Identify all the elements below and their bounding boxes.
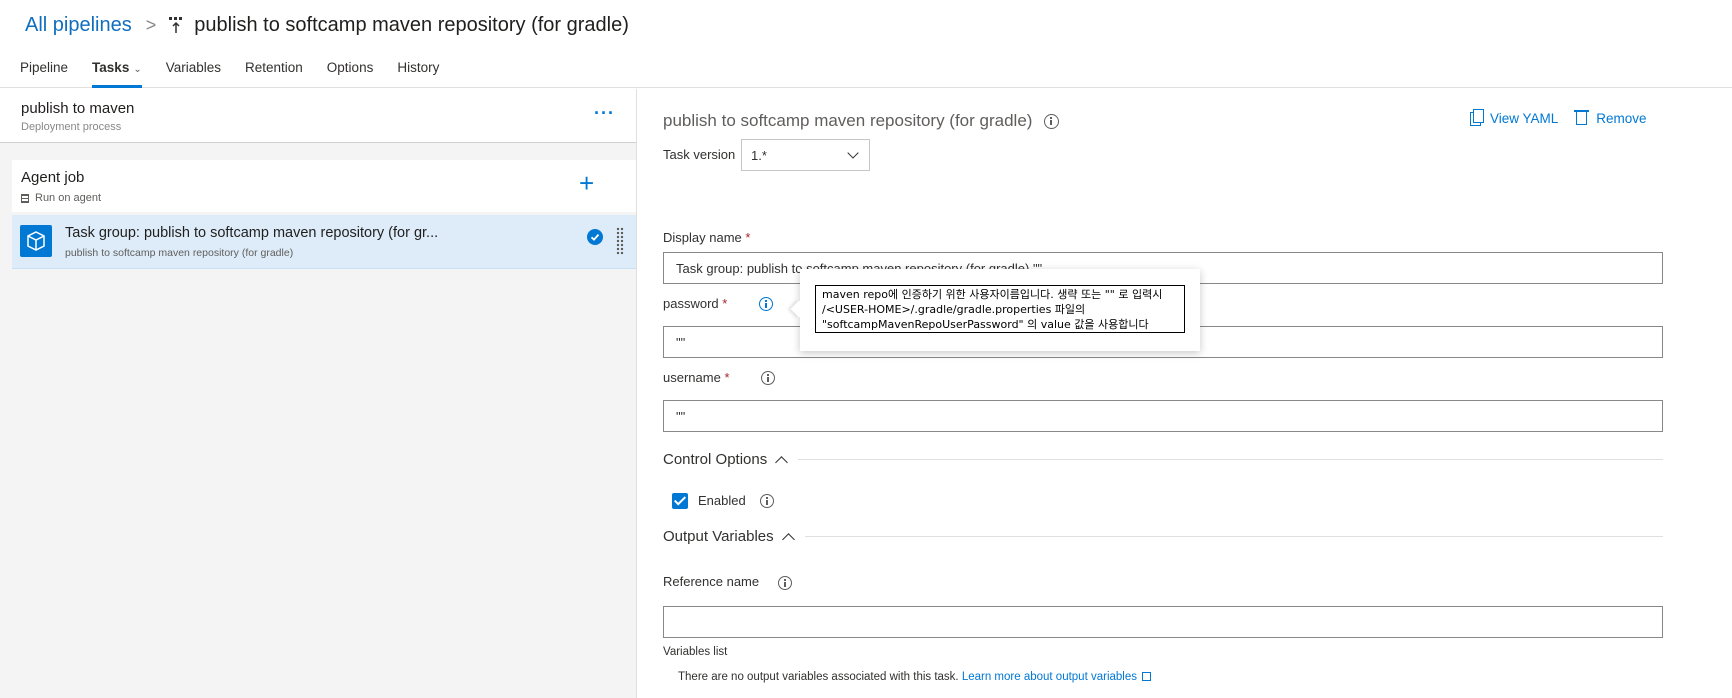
variables-list-label: Variables list (663, 646, 728, 658)
remove-button[interactable]: Remove (1574, 110, 1647, 126)
tab-retention[interactable]: Retention (245, 56, 303, 88)
tab-tasks[interactable]: Tasks ⌄ (92, 56, 142, 88)
info-icon[interactable] (1044, 113, 1060, 129)
task-title: Task group: publish to softcamp maven re… (65, 225, 439, 241)
agent-job-subtitle: Run on agent (21, 192, 101, 204)
external-link-icon (1142, 672, 1151, 681)
agent-job-title: Agent job (21, 169, 85, 186)
tab-options[interactable]: Options (327, 56, 374, 88)
all-pipelines-link[interactable]: All pipelines (25, 14, 132, 37)
username-label: username * (663, 370, 730, 385)
page-title: publish to softcamp maven repository (fo… (194, 13, 629, 36)
display-name-label: Display name * (663, 230, 750, 245)
tab-bar: Pipeline Tasks ⌄ Variables Retention Opti… (20, 56, 463, 88)
enabled-label: Enabled (698, 493, 746, 508)
password-label: password * (663, 296, 727, 311)
control-options-section[interactable]: Control Options (663, 451, 1663, 469)
tooltip-text: maven repo에 인증하기 위한 사용자이름입니다. 생략 또는 "" 로… (815, 285, 1185, 333)
enabled-check-icon (587, 229, 603, 245)
chevron-up-icon (775, 455, 789, 469)
tab-history[interactable]: History (397, 56, 439, 88)
reference-name-label: Reference name (663, 574, 760, 589)
task-details-panel: publish to softcamp maven repository (fo… (638, 89, 1732, 698)
enabled-info-icon[interactable] (760, 494, 774, 508)
task-version-label: Task version (663, 147, 736, 162)
task-subtitle: publish to softcamp maven repository (fo… (65, 247, 294, 259)
learn-more-link[interactable]: Learn more about output variables (962, 671, 1137, 683)
control-options-title: Control Options (663, 451, 768, 468)
password-tooltip: maven repo에 인증하기 위한 사용자이름입니다. 생략 또는 "" 로… (800, 269, 1200, 351)
no-output-variables-message: There are no output variables associated… (678, 671, 1151, 683)
required-mark: * (745, 230, 751, 245)
no-output-text: There are no output variables associated… (678, 671, 959, 683)
add-task-button[interactable]: + (579, 168, 594, 199)
section-divider (804, 536, 1663, 537)
output-variables-title: Output Variables (663, 528, 774, 545)
reference-name-info-icon[interactable] (778, 576, 792, 590)
view-yaml-label: View YAML (1490, 111, 1559, 126)
section-divider (798, 459, 1663, 460)
view-yaml-button[interactable]: View YAML (1470, 108, 1559, 126)
chevron-down-icon: ⌄ (133, 64, 142, 75)
task-version-select[interactable]: 1.* (741, 139, 870, 171)
deployment-process-header[interactable]: publish to maven Deployment process ··· (0, 89, 636, 143)
more-actions-button[interactable]: ··· (594, 103, 615, 124)
display-name-label-text: Display name (663, 230, 742, 245)
tab-tasks-label: Tasks (92, 60, 130, 75)
breadcrumb: All pipelines > publish to softcamp mave… (25, 10, 629, 40)
tab-pipeline[interactable]: Pipeline (20, 56, 68, 88)
required-mark: * (724, 370, 730, 385)
task-group-item[interactable]: Task group: publish to softcamp maven re… (12, 215, 636, 269)
chevron-up-icon (781, 532, 795, 546)
header: All pipelines > publish to softcamp mave… (0, 0, 1732, 88)
tab-variables[interactable]: Variables (166, 56, 221, 88)
agent-job-subtitle-text: Run on agent (35, 192, 102, 204)
required-mark: * (722, 296, 728, 311)
password-info-icon[interactable] (759, 297, 773, 311)
task-details-title-text: publish to softcamp maven repository (fo… (663, 111, 1033, 130)
clipboard-icon (1470, 108, 1484, 126)
chevron-down-icon (847, 147, 859, 159)
process-title: publish to maven (21, 100, 135, 117)
drag-handle-icon[interactable] (616, 227, 624, 255)
reference-name-input[interactable] (663, 606, 1663, 638)
enabled-checkbox[interactable] (672, 493, 688, 509)
task-actions: View YAML Remove (1470, 108, 1665, 126)
remove-label: Remove (1596, 111, 1647, 126)
username-info-icon[interactable] (761, 371, 775, 385)
username-label-text: username (663, 370, 721, 385)
process-subtitle: Deployment process (21, 121, 122, 133)
output-variables-section[interactable]: Output Variables (663, 528, 1663, 546)
breadcrumb-separator: > (145, 14, 157, 35)
task-version-value: 1.* (751, 148, 767, 163)
trash-icon (1574, 110, 1590, 125)
pipeline-icon (168, 16, 184, 34)
task-details-title: publish to softcamp maven repository (fo… (663, 111, 1060, 131)
task-group-icon (20, 225, 52, 257)
server-icon (21, 193, 29, 203)
password-label-text: password (663, 296, 719, 311)
agent-job[interactable]: Agent job Run on agent + (12, 160, 636, 212)
username-input[interactable]: "" (663, 400, 1663, 432)
process-panel: publish to maven Deployment process ··· … (0, 89, 637, 698)
